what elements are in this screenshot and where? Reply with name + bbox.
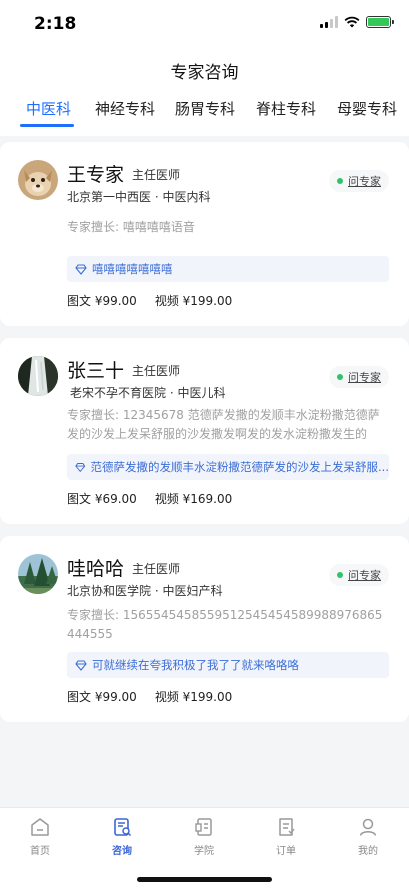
price-text-consult: 图文 ¥99.00	[67, 690, 137, 704]
doctor-name: 哇哈哈	[67, 558, 125, 580]
tab-spine[interactable]: 脊柱专科	[256, 98, 316, 119]
status-time: 2:18	[34, 14, 77, 34]
doctor-tag-text: 范德萨发撒的发顺丰水淀粉撒范德萨发的沙发上发呆舒服...	[90, 460, 389, 474]
price-video-consult: 视频 ¥199.00	[154, 294, 233, 308]
doctor-prices: 图文 ¥99.00 视频 ¥199.00	[67, 688, 232, 705]
doctor-avatar	[18, 160, 58, 200]
ask-expert-button[interactable]: 问专家	[329, 564, 389, 586]
diamond-icon	[75, 463, 86, 473]
dog-avatar-icon	[18, 160, 58, 200]
profile-icon	[359, 818, 377, 836]
doctor-skill: 专家擅长: 嘻嘻嘻嘻语音	[67, 220, 195, 234]
tabbar-label: 订单	[276, 846, 296, 857]
tabbar-item-order[interactable]: 订单	[256, 816, 316, 857]
doctor-tag: 可就继续在夸我积极了我了了就来咯咯咯	[67, 652, 389, 678]
doctor-title: 主任医师	[132, 562, 181, 576]
tabbar-item-college[interactable]: 学院	[174, 816, 234, 857]
ask-expert-label: 问专家	[348, 175, 381, 188]
tabbar-item-home[interactable]: 首页	[10, 816, 70, 857]
price-video-consult: 视频 ¥199.00	[154, 690, 233, 704]
doctor-hospital: 老宋不孕不育医院 · 中医儿科	[70, 386, 226, 400]
diamond-icon	[75, 264, 87, 275]
doctor-prices: 图文 ¥99.00 视频 ¥199.00	[67, 292, 232, 309]
doctor-title: 主任医师	[132, 364, 181, 378]
tabbar-item-consult[interactable]: 咨询	[92, 816, 152, 857]
tab-chinese-medicine[interactable]: 中医科	[26, 98, 71, 119]
tabbar-label: 首页	[30, 846, 50, 857]
doctor-avatar	[18, 356, 58, 396]
doctor-name: 王专家	[67, 164, 125, 186]
doctor-skill: 专家擅长: 1565545458559512545454589988976865…	[67, 608, 383, 641]
ask-expert-button[interactable]: 问专家	[329, 366, 389, 388]
ask-expert-label: 问专家	[348, 569, 381, 582]
doctor-tag-text: 嘻嘻嘻嘻嘻嘻嘻	[92, 262, 173, 276]
bottom-tab-bar: 首页 咨询 学院 订单 我的	[0, 807, 409, 891]
ask-expert-label: 问专家	[348, 371, 381, 384]
doctor-name: 张三十	[67, 360, 125, 382]
price-text-consult: 图文 ¥69.00	[67, 492, 137, 506]
signal-icon	[320, 16, 338, 28]
doctor-prices: 图文 ¥69.00 视频 ¥169.00	[67, 490, 232, 507]
online-dot-icon	[337, 572, 343, 578]
price-text-consult: 图文 ¥99.00	[67, 294, 137, 308]
tab-underline	[20, 124, 74, 127]
ask-expert-button[interactable]: 问专家	[329, 170, 389, 192]
status-bar: 2:18	[0, 0, 409, 46]
wifi-icon	[344, 16, 360, 28]
doctor-tag: 范德萨发撒的发顺丰水淀粉撒范德萨发的沙发上发呆舒服...	[67, 454, 389, 480]
doctor-title: 主任医师	[132, 168, 181, 182]
tabbar-item-profile[interactable]: 我的	[338, 816, 398, 857]
page-title: 专家咨询	[170, 63, 239, 83]
doctor-card[interactable]: 哇哈哈 主任医师 北京协和医学院 · 中医妇产科 问专家 专家擅长: 15655…	[0, 536, 409, 722]
header: 专家咨询 中医科 神经专科 肠胃专科 脊柱专科 母婴专科	[0, 46, 409, 136]
online-dot-icon	[337, 178, 343, 184]
tab-gastro[interactable]: 肠胃专科	[175, 98, 235, 119]
waterfall-avatar-icon	[18, 356, 58, 396]
college-icon	[195, 818, 212, 836]
home-icon	[31, 818, 49, 836]
doctor-skill: 专家擅长: 12345678 范德萨发撒的发顺丰水淀粉撒范德萨发的沙发上发呆舒服…	[67, 408, 380, 441]
tab-neurology[interactable]: 神经专科	[95, 98, 155, 119]
tabbar-label: 咨询	[112, 846, 132, 857]
doctor-avatar	[18, 554, 58, 594]
battery-icon	[366, 16, 394, 28]
order-icon	[279, 818, 295, 836]
diamond-icon	[75, 660, 87, 671]
online-dot-icon	[337, 374, 343, 380]
doctor-card[interactable]: 王专家 主任医师 北京第一中西医 · 中医内科 问专家 专家擅长: 嘻嘻嘻嘻语音…	[0, 142, 409, 326]
doctor-card[interactable]: 张三十 主任医师 老宋不孕不育医院 · 中医儿科 问专家 专家擅长: 12345…	[0, 338, 409, 524]
price-video-consult: 视频 ¥169.00	[154, 492, 233, 506]
home-indicator	[137, 877, 272, 882]
status-icons	[320, 16, 394, 28]
tab-maternal[interactable]: 母婴专科	[337, 98, 397, 119]
forest-avatar-icon	[18, 554, 58, 594]
doctor-tag: 嘻嘻嘻嘻嘻嘻嘻	[67, 256, 389, 282]
doctor-tag-text: 可就继续在夸我积极了我了了就来咯咯咯	[92, 658, 299, 672]
doctor-hospital: 北京第一中西医 · 中医内科	[67, 190, 211, 204]
tabbar-label: 学院	[194, 846, 214, 857]
tabbar-label: 我的	[358, 846, 378, 857]
doctor-hospital: 北京协和医学院 · 中医妇产科	[67, 584, 223, 598]
consult-icon	[114, 818, 132, 837]
